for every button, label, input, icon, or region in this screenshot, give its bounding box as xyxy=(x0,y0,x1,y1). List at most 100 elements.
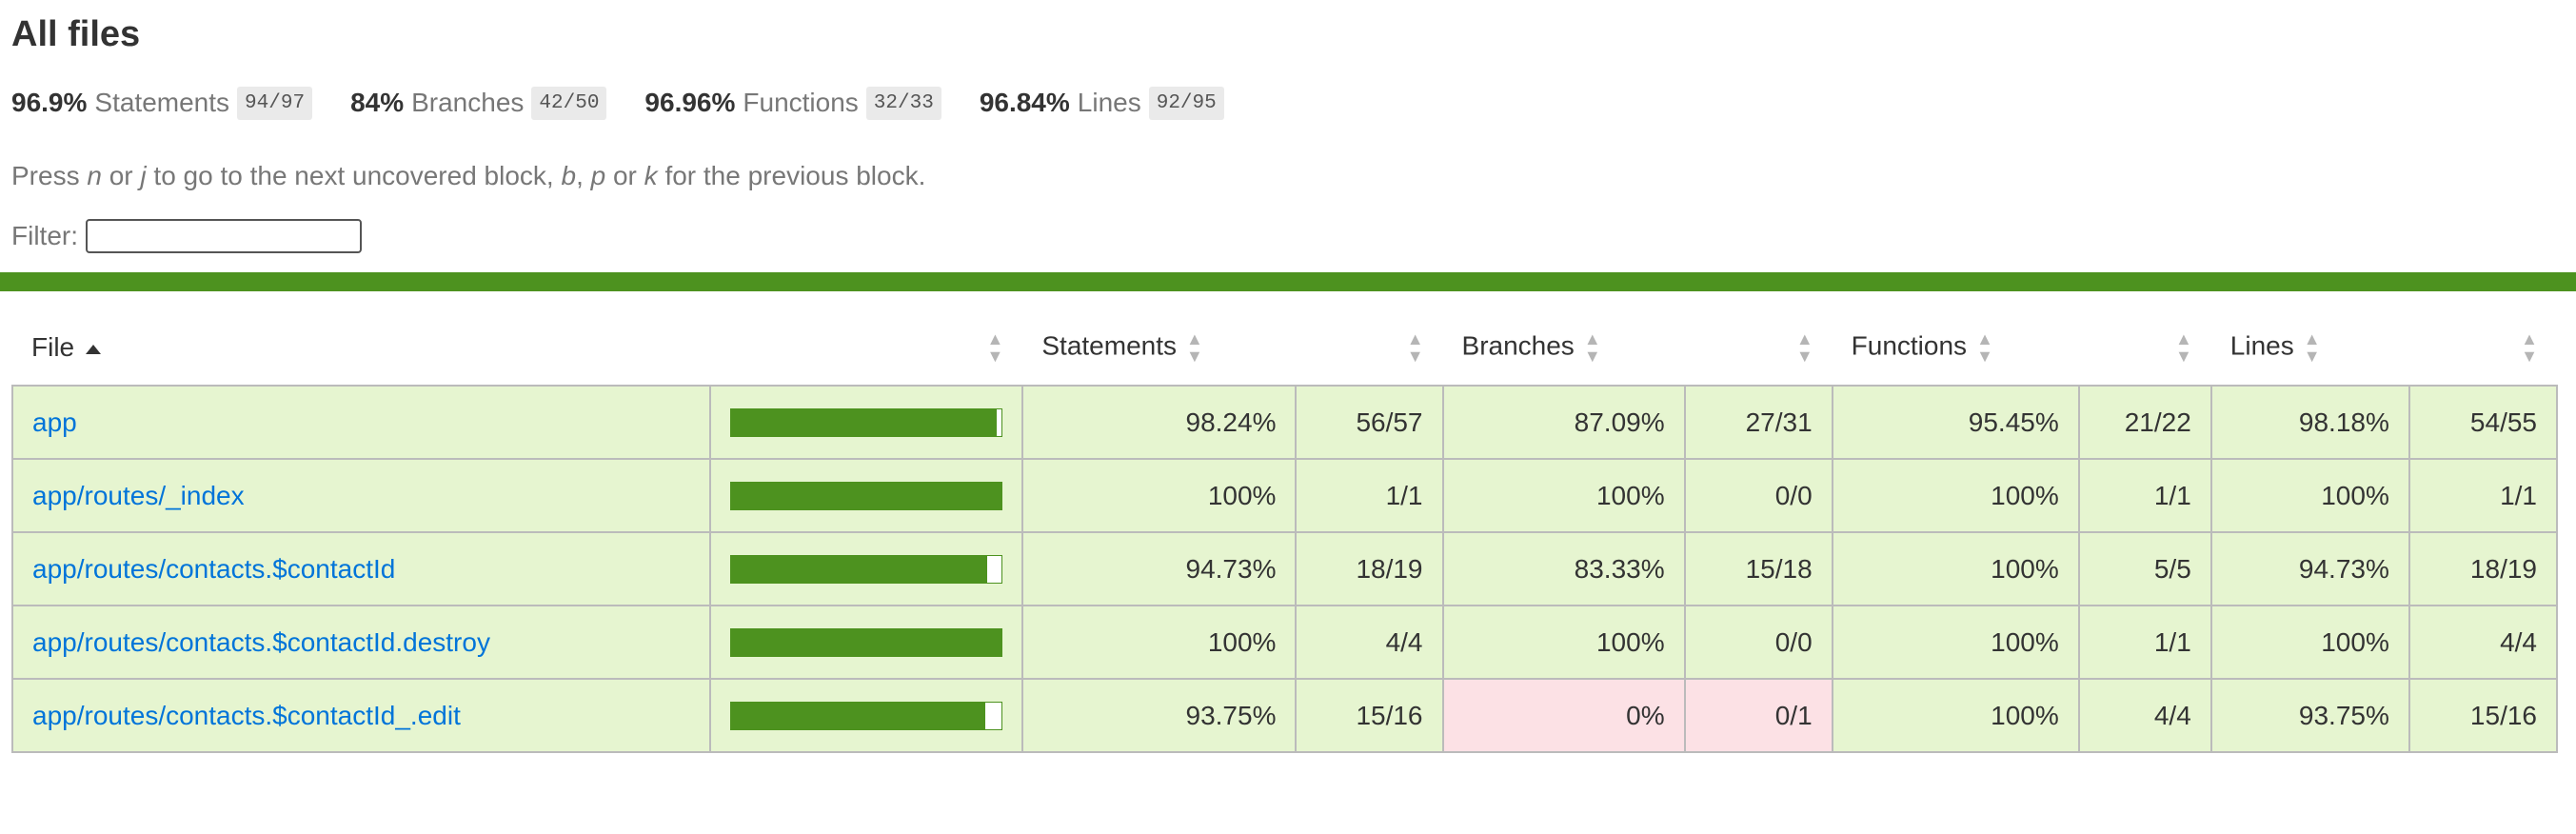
filter-input[interactable] xyxy=(86,219,362,253)
statements-pct: 93.75% xyxy=(1021,678,1298,753)
file-link[interactable]: app/routes/contacts.$contactId xyxy=(32,554,395,584)
file-cell: app/routes/contacts.$contactId xyxy=(10,531,712,606)
file-link[interactable]: app/routes/_index xyxy=(32,481,245,510)
coverage-bar-fill xyxy=(731,408,998,436)
statements-pct: 100% xyxy=(1021,458,1298,533)
statements-pct: 100% xyxy=(1021,605,1298,680)
functions-fraction: 1/1 xyxy=(2077,605,2212,680)
functions-pct: 100% xyxy=(1831,531,2080,606)
table-row: app/routes/contacts.$contactId_.edit 93.7… xyxy=(10,678,2559,753)
lines-pct: 94.73% xyxy=(2209,531,2410,606)
table-header-row: File ▲ ▼ Statements ▲ ▼ ▲ ▼ Branches ▲ ▼ ▲ ▼ Fu… xyxy=(12,310,2557,386)
file-link[interactable]: app/routes/contacts.$contactId_.edit xyxy=(32,701,461,730)
coverage-bar-cell xyxy=(709,678,1024,753)
header-branches-raw[interactable]: ▲ ▼ xyxy=(1685,310,1833,386)
sort-ascending-icon xyxy=(86,344,102,354)
lines-fraction: 15/16 xyxy=(2408,678,2559,753)
coverage-bar-fill xyxy=(731,628,1002,656)
filter-row: Filter: xyxy=(11,219,2565,253)
branches-pct: 83.33% xyxy=(1441,531,1686,606)
header-branches[interactable]: Branches ▲ ▼ xyxy=(1443,310,1685,386)
sort-icon: ▲ ▼ xyxy=(986,329,1004,366)
header-functions-raw[interactable]: ▲ ▼ xyxy=(2079,310,2211,386)
coverage-bar-cell xyxy=(709,531,1024,606)
summary-label: Functions xyxy=(743,88,859,117)
table-row: app/routes/contacts.$contactId 94.73% 18/1… xyxy=(10,531,2559,606)
coverage-status-line xyxy=(0,272,2576,291)
header-lines[interactable]: Lines ▲ ▼ xyxy=(2211,310,2409,386)
branches-pct: 100% xyxy=(1441,458,1686,533)
branches-fraction: 0/0 xyxy=(1683,605,1833,680)
summary-pct: 96.9% xyxy=(11,88,88,117)
sort-icon: ▲ ▼ xyxy=(1186,329,1203,366)
lines-fraction: 18/19 xyxy=(2408,531,2559,606)
coverage-bar-fill xyxy=(731,482,1002,509)
header-lines-raw[interactable]: ▲ ▼ xyxy=(2409,310,2557,386)
table-row: app/routes/contacts.$contactId.destroy 10… xyxy=(10,605,2559,680)
sort-icon: ▲ ▼ xyxy=(2303,329,2321,366)
branches-fraction: 15/18 xyxy=(1683,531,1833,606)
branches-pct: 87.09% xyxy=(1441,385,1686,460)
summary-pct: 96.84% xyxy=(979,88,1070,117)
summary-pct: 96.96% xyxy=(644,88,736,117)
statements-fraction: 56/57 xyxy=(1295,385,1444,460)
lines-fraction: 4/4 xyxy=(2408,605,2559,680)
functions-fraction: 5/5 xyxy=(2077,531,2212,606)
file-cell: app xyxy=(10,385,712,460)
functions-fraction: 4/4 xyxy=(2077,678,2212,753)
coverage-bar-cell xyxy=(709,458,1024,533)
statements-fraction: 15/16 xyxy=(1295,678,1444,753)
lines-pct: 93.75% xyxy=(2209,678,2410,753)
sort-icon: ▲ ▼ xyxy=(1795,329,1813,366)
summary-fraction: 94/97 xyxy=(237,86,313,120)
statements-pct: 98.24% xyxy=(1021,385,1298,460)
sort-icon: ▲ ▼ xyxy=(1583,329,1601,366)
functions-fraction: 21/22 xyxy=(2077,385,2212,460)
statements-fraction: 1/1 xyxy=(1295,458,1444,533)
summary-functions: 96.96% Functions 32/33 xyxy=(644,86,941,120)
lines-pct: 100% xyxy=(2209,605,2410,680)
summary-pct: 84% xyxy=(350,88,405,117)
functions-pct: 100% xyxy=(1831,678,2080,753)
summary-lines: 96.84% Lines 92/95 xyxy=(979,86,1224,120)
coverage-bar xyxy=(730,481,1003,510)
keyboard-hint: Press n or j to go to the next uncovered… xyxy=(11,161,926,190)
summary-label: Branches xyxy=(411,88,525,117)
summary-fraction: 42/50 xyxy=(531,86,607,120)
functions-pct: 100% xyxy=(1831,458,2080,533)
summary-fraction: 32/33 xyxy=(865,86,941,120)
header-file[interactable]: File xyxy=(12,310,710,386)
statements-fraction: 18/19 xyxy=(1295,531,1444,606)
coverage-bar xyxy=(730,554,1003,584)
lines-pct: 98.18% xyxy=(2209,385,2410,460)
header-file-bar[interactable]: ▲ ▼ xyxy=(710,310,1022,386)
header-functions[interactable]: Functions ▲ ▼ xyxy=(1833,310,2079,386)
coverage-summary: 96.9% Statements 94/97 84% Branches 42/5… xyxy=(11,84,2565,122)
file-cell: app/routes/_index xyxy=(10,458,712,533)
header-statements-raw[interactable]: ▲ ▼ xyxy=(1296,310,1442,386)
page-title: All files xyxy=(11,14,141,54)
branches-pct: 100% xyxy=(1441,605,1686,680)
functions-pct: 100% xyxy=(1831,605,2080,680)
file-cell: app/routes/contacts.$contactId.destroy xyxy=(10,605,712,680)
coverage-bar xyxy=(730,407,1003,437)
file-link[interactable]: app/routes/contacts.$contactId.destroy xyxy=(32,627,490,657)
branches-pct: 0% xyxy=(1441,678,1686,753)
coverage-bar xyxy=(730,627,1003,657)
summary-branches: 84% Branches 42/50 xyxy=(350,86,607,120)
filter-label: Filter: xyxy=(11,221,78,250)
statements-fraction: 4/4 xyxy=(1295,605,1444,680)
summary-statements: 96.9% Statements 94/97 xyxy=(11,86,313,120)
summary-label: Statements xyxy=(94,88,230,117)
lines-fraction: 54/55 xyxy=(2408,385,2559,460)
branches-fraction: 0/0 xyxy=(1683,458,1833,533)
sort-icon: ▲ ▼ xyxy=(2521,329,2538,366)
file-link[interactable]: app xyxy=(32,407,77,437)
lines-fraction: 1/1 xyxy=(2408,458,2559,533)
header-statements[interactable]: Statements ▲ ▼ xyxy=(1022,310,1296,386)
functions-fraction: 1/1 xyxy=(2077,458,2212,533)
lines-pct: 100% xyxy=(2209,458,2410,533)
functions-pct: 95.45% xyxy=(1831,385,2080,460)
coverage-bar xyxy=(730,701,1003,730)
table-row: app 98.24% 56/57 87.09% 27/31 95.45% 21/22 98.1… xyxy=(10,385,2559,460)
